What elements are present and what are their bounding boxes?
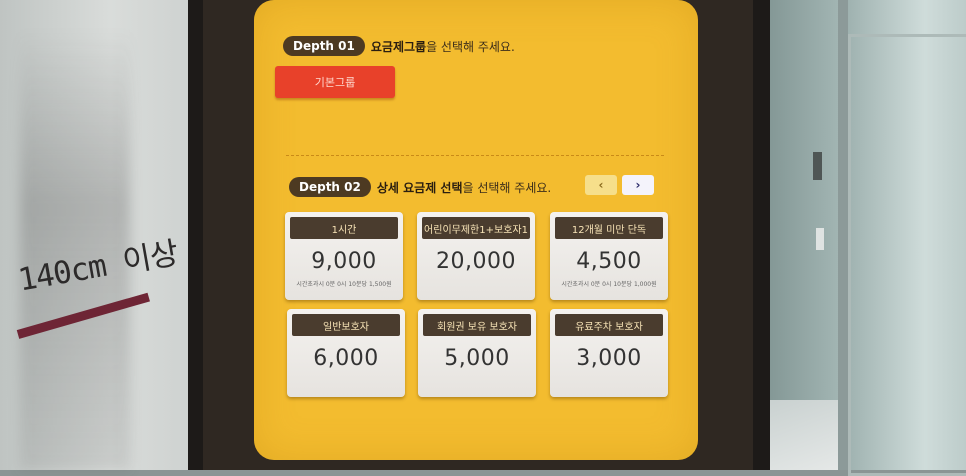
plan-price: 6,000: [313, 346, 379, 371]
wall-switch: [813, 152, 822, 180]
plan-title: 12개월 미만 단독: [555, 217, 663, 239]
depth1-instruction: 요금제그룹을 선택해 주세요.: [370, 39, 515, 54]
plan-card[interactable]: 회원권 보유 보호자 5,000: [418, 309, 536, 397]
chevron-right-icon: ›: [635, 178, 641, 192]
plan-price: 5,000: [444, 346, 510, 371]
depth2-instruction: 상세 요금제 선택을 선택해 주세요.: [376, 180, 552, 195]
wall-plate: [816, 228, 824, 250]
plan-card[interactable]: 어린이무제한1+보호자1 20,000: [417, 212, 535, 300]
depth2-header: Depth 02 상세 요금제 선택을 선택해 주세요.: [289, 177, 551, 197]
plan-price: 20,000: [436, 249, 516, 274]
plan-title: 어린이무제한1+보호자1: [422, 217, 530, 239]
plan-note: 시간초과시 0분 0시 10분당 1,500원: [296, 281, 392, 288]
section-divider: [286, 155, 664, 156]
plan-price: 9,000: [311, 249, 377, 274]
depth1-badge: Depth 01: [283, 36, 365, 56]
plan-card[interactable]: 일반보호자 6,000: [287, 309, 405, 397]
next-page-button[interactable]: ›: [622, 175, 654, 195]
depth1-header: Depth 01 요금제그룹을 선택해 주세요.: [283, 36, 515, 56]
plan-title: 일반보호자: [292, 314, 400, 336]
plan-note: 시간초과시 0분 0시 10분당 1,000원: [561, 281, 657, 288]
prev-page-button[interactable]: ‹: [585, 175, 617, 195]
chevron-left-icon: ‹: [598, 178, 604, 192]
plan-title: 회원권 보유 보호자: [423, 314, 531, 336]
plan-title: 유료주차 보호자: [555, 314, 663, 336]
plan-price: 3,000: [576, 346, 642, 371]
floor: [758, 400, 848, 470]
group-button-basic[interactable]: 기본그룹: [275, 66, 395, 98]
door-frame: [848, 34, 966, 476]
plan-card[interactable]: 유료주차 보호자 3,000: [550, 309, 668, 397]
plan-price: 4,500: [576, 249, 642, 274]
depth2-badge: Depth 02: [289, 177, 371, 197]
plan-title: 1시간: [290, 217, 398, 239]
plan-card[interactable]: 12개월 미만 단독 4,500 시간초과시 0분 0시 10분당 1,000원: [550, 212, 668, 300]
plan-card[interactable]: 1시간 9,000 시간초과시 0분 0시 10분당 1,500원: [285, 212, 403, 300]
